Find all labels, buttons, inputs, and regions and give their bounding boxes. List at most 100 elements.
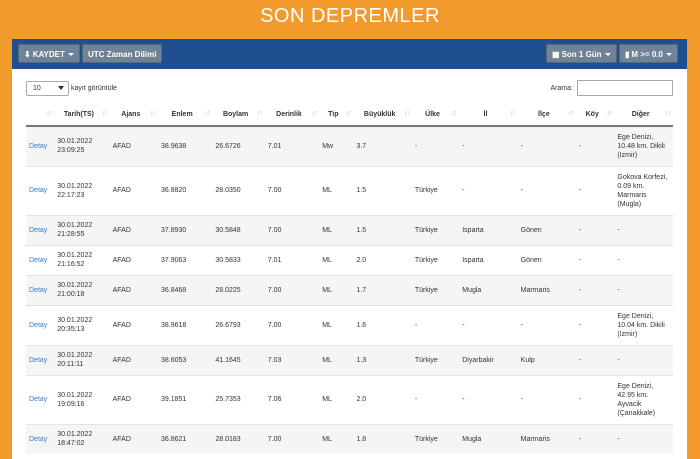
longitude-cell: 26.6726 <box>212 125 265 166</box>
table-row[interactable]: Detay 30.01.2022 18:47:02 AFAD 36.8621 28.018… <box>26 423 673 454</box>
date-time-cell: 30.01.2022 20:35:13 <box>54 304 110 345</box>
district-cell: - <box>517 125 577 166</box>
table-row[interactable]: Detay 30.01.2022 20:11:11 AFAD 38.6053 41.164… <box>26 344 673 375</box>
column-header-label: İlçe <box>538 111 550 118</box>
column-header[interactable]: Tarih(TS) ↓↑ <box>54 104 110 127</box>
column-header[interactable]: Derinlik ↓↑ <box>264 104 320 127</box>
agency-cell: AFAD <box>109 423 158 454</box>
latitude-cell: 38.6053 <box>157 344 213 375</box>
other-cell: - <box>614 423 673 454</box>
table-row[interactable]: Detay 30.01.2022 21:00:18 AFAD 36.8468 28.022… <box>26 274 673 305</box>
detail-cell: Detay <box>26 304 55 345</box>
detail-link[interactable]: Detay <box>29 227 47 234</box>
longitude-cell: 30.5833 <box>212 244 265 275</box>
country-cell: Türkiye <box>411 214 460 245</box>
column-header[interactable]: Köy ↓↑ <box>576 104 615 127</box>
depth-cell: 7.06 <box>264 374 320 424</box>
other-line: Ege Denizi, <box>617 312 654 320</box>
column-header[interactable]: Enlem ↓↑ <box>157 104 213 127</box>
utc-timezone-button[interactable]: UTC Zaman Dilimi <box>82 44 163 63</box>
magnitude-cell: 1.8 <box>353 423 412 454</box>
earthquake-table: ↓↑ Tarih(TS) ↓↑ Ajans ↓↑ Enlem ↓↑ Boylam ↓↑ Derin… <box>26 104 673 454</box>
bar-chart-icon: ▮ <box>625 50 630 59</box>
column-header[interactable]: Ajans ↓↑ <box>109 104 158 127</box>
other-line: Ege Denizi, <box>617 133 654 141</box>
magnitude-filter-button[interactable]: ▮ M >= 0.0 <box>619 44 678 63</box>
column-header[interactable]: Ülke ↓↑ <box>411 104 460 127</box>
detail-link[interactable]: Detay <box>29 396 47 403</box>
table-row[interactable]: Detay 30.01.2022 23:09:25 AFAD 38.9638 26.672… <box>26 125 673 166</box>
date-value: 30.01.2022 <box>57 282 93 289</box>
column-header-label: Diğer <box>631 111 650 118</box>
time-value: 21:16:52 <box>57 261 85 268</box>
save-button[interactable]: ⬇ KAYDET <box>18 44 80 63</box>
page-length-select[interactable]: 10 <box>26 81 69 96</box>
detail-link[interactable]: Detay <box>29 357 47 364</box>
table-header-row: ↓↑ Tarih(TS) ↓↑ Ajans ↓↑ Enlem ↓↑ Boylam ↓↑ Derin… <box>26 104 673 127</box>
column-header-label: Tarih(TS) <box>63 111 95 118</box>
agency-cell: AFAD <box>109 274 158 305</box>
column-header-label: Boylam <box>222 111 249 118</box>
detail-link[interactable]: Detay <box>29 257 47 264</box>
column-header[interactable]: İlçe ↓↑ <box>517 104 577 127</box>
other-line: - <box>617 256 620 264</box>
village-cell: - <box>576 214 615 245</box>
date-value: 30.01.2022 <box>57 352 93 359</box>
latitude-cell: 39.1851 <box>157 374 213 424</box>
sort-arrows-icon: ↓↑ <box>665 110 671 117</box>
date-time-cell: 30.01.2022 22:17:23 <box>54 165 110 215</box>
download-icon: ⬇ <box>24 50 31 59</box>
country-cell: Türkiye <box>411 165 460 215</box>
time-value: 20:11:11 <box>57 361 84 368</box>
column-header[interactable]: Büyüklük ↓↑ <box>353 104 412 127</box>
other-line: Ege Denizi, <box>617 382 654 390</box>
table-body: Detay 30.01.2022 23:09:25 AFAD 38.9638 26.672… <box>26 125 673 454</box>
table-row[interactable]: Detay 30.01.2022 19:09:16 AFAD 39.1851 25.735… <box>26 374 673 424</box>
other-line: (Çanakkale) <box>617 409 656 417</box>
depth-cell: 7.00 <box>264 165 320 215</box>
agency-cell: AFAD <box>109 244 158 275</box>
village-cell: - <box>576 165 615 215</box>
detail-cell: Detay <box>26 165 55 215</box>
agency-cell: AFAD <box>109 304 158 345</box>
table-row[interactable]: Detay 30.01.2022 22:17:23 AFAD 36.8820 28.035… <box>26 165 673 215</box>
agency-cell: AFAD <box>109 344 158 375</box>
column-header[interactable]: İl ↓↑ <box>459 104 518 127</box>
column-header[interactable]: Diğer ↓↑ <box>614 104 673 127</box>
village-cell: - <box>576 125 615 166</box>
type-cell: ML <box>319 244 354 275</box>
district-cell: - <box>517 304 577 345</box>
detail-link[interactable]: Detay <box>29 287 47 294</box>
time-value: 19:09:16 <box>57 400 85 408</box>
table-row[interactable]: Detay 30.01.2022 21:16:52 AFAD 37.9063 30.583… <box>26 244 673 275</box>
column-header[interactable]: ↓↑ <box>26 104 55 127</box>
magnitude-cell: 1.3 <box>353 344 412 375</box>
column-header-label: Enlem <box>171 111 193 118</box>
chevron-down-icon <box>665 53 672 57</box>
page-length-value: 10 <box>33 85 41 92</box>
district-cell: Marmaris <box>517 274 577 305</box>
detail-link[interactable]: Detay <box>29 322 47 329</box>
time-value: 21:00:18 <box>57 291 85 298</box>
sort-arrows-icon: ↓↑ <box>509 110 516 117</box>
magnitude-cell: 1.7 <box>353 274 412 305</box>
column-header[interactable]: Tip ↓↑ <box>319 104 354 127</box>
period-dropdown-button[interactable]: ▦ Son 1 Gün <box>546 44 617 63</box>
detail-link[interactable]: Detay <box>29 143 47 150</box>
detail-link[interactable]: Detay <box>29 187 47 194</box>
search-input[interactable] <box>577 80 673 96</box>
date-value: 30.01.2022 <box>57 252 93 259</box>
agency-cell: AFAD <box>109 214 158 245</box>
page-length-suffix: kayıt görüntüle <box>71 85 117 92</box>
table-row[interactable]: Detay 30.01.2022 21:28:55 AFAD 37.8930 30.584… <box>26 214 673 245</box>
sort-arrows-icon: ↓↑ <box>149 110 156 117</box>
column-header[interactable]: Boylam ↓↑ <box>212 104 265 127</box>
table-row[interactable]: Detay 30.01.2022 20:35:13 AFAD 38.9618 26.679… <box>26 304 673 345</box>
detail-link[interactable]: Detay <box>29 436 47 443</box>
date-time-cell: 30.01.2022 23:09:25 <box>54 125 110 166</box>
detail-cell: Detay <box>26 125 55 166</box>
other-cell: Ege Denizi, 10.48 km. Dikili (Izmir) <box>614 125 673 166</box>
sort-arrows-icon: ↓↑ <box>403 110 410 117</box>
time-value: 18:47:02 <box>57 440 85 448</box>
latitude-cell: 37.8930 <box>157 214 213 245</box>
